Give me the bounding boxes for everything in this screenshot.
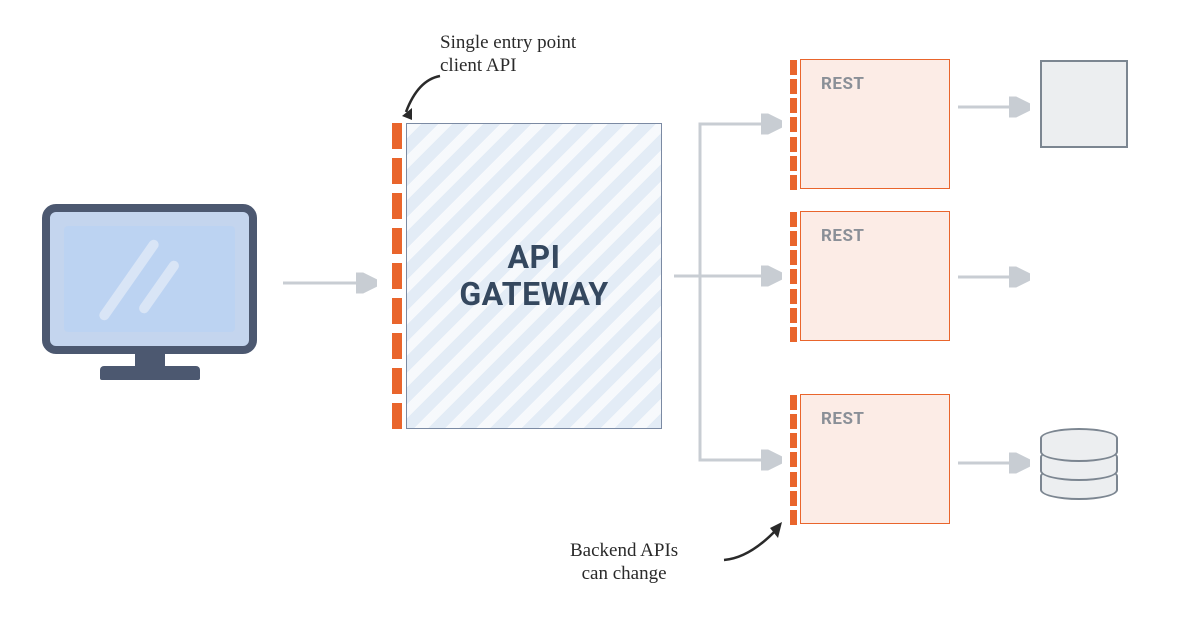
service-box-1: REST: [800, 59, 950, 189]
annotation-entry-point-arrow: [400, 66, 450, 126]
service-label-1: REST: [821, 74, 949, 94]
api-gateway-box: API GATEWAY: [406, 123, 662, 429]
service-label-3: REST: [821, 409, 949, 429]
arrow-service1-to-backend: [958, 100, 1038, 114]
arrow-service3-to-backend: [958, 456, 1038, 470]
service-rail-3: [790, 395, 797, 525]
backend-blank-box: [1040, 60, 1128, 148]
api-gateway-label: API GATEWAY: [459, 239, 608, 313]
arrow-client-to-gateway: [283, 276, 383, 290]
service-box-3: REST: [800, 394, 950, 524]
service-rail-1: [790, 60, 797, 190]
service-label-2: REST: [821, 226, 949, 246]
arrow-service2-to-backend: [958, 270, 1038, 284]
annotation-backend-change: Backend APIs can change: [570, 540, 678, 586]
service-rail-2: [790, 212, 797, 342]
annotation-backend-change-arrow: [720, 520, 790, 570]
client-monitor-icon: [42, 204, 257, 389]
arrow-gateway-to-services: [662, 70, 792, 470]
gateway-entry-rail: [392, 123, 402, 429]
database-icon: [1040, 428, 1118, 506]
service-box-2: REST: [800, 211, 950, 341]
annotation-entry-point: Single entry point client API: [440, 32, 576, 78]
